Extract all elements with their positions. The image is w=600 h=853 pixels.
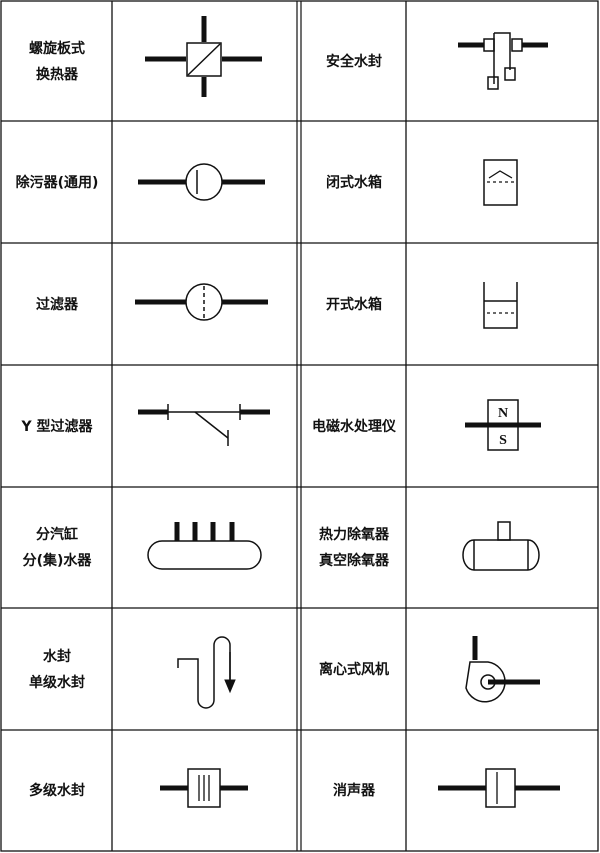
- closed-water-tank-icon: [483, 159, 518, 206]
- filter-icon: [135, 283, 268, 321]
- silencer-icon: [438, 768, 560, 808]
- equipment-symbol-table: 螺旋板式 换热器 除污器(通用) 过滤器 Y 型过滤器 分汽缸 分(集)水器 水…: [0, 0, 600, 853]
- open-water-tank-icon: [483, 282, 518, 329]
- deaerator-icon: [462, 521, 540, 571]
- magnet-north-label: N: [498, 406, 508, 421]
- safety-water-seal-icon: [458, 32, 548, 90]
- steam-header-icon: [147, 522, 262, 570]
- dirt-separator-icon: [138, 163, 265, 201]
- symbols-layer: N S: [135, 16, 560, 808]
- multi-stage-water-seal-icon: [160, 768, 248, 808]
- magnet-south-label: S: [499, 433, 507, 448]
- spiral-plate-heat-exchanger-icon: [145, 16, 262, 97]
- y-strainer-icon: [138, 404, 270, 446]
- single-water-seal-icon: [177, 636, 236, 709]
- centrifugal-fan-icon: [465, 636, 540, 703]
